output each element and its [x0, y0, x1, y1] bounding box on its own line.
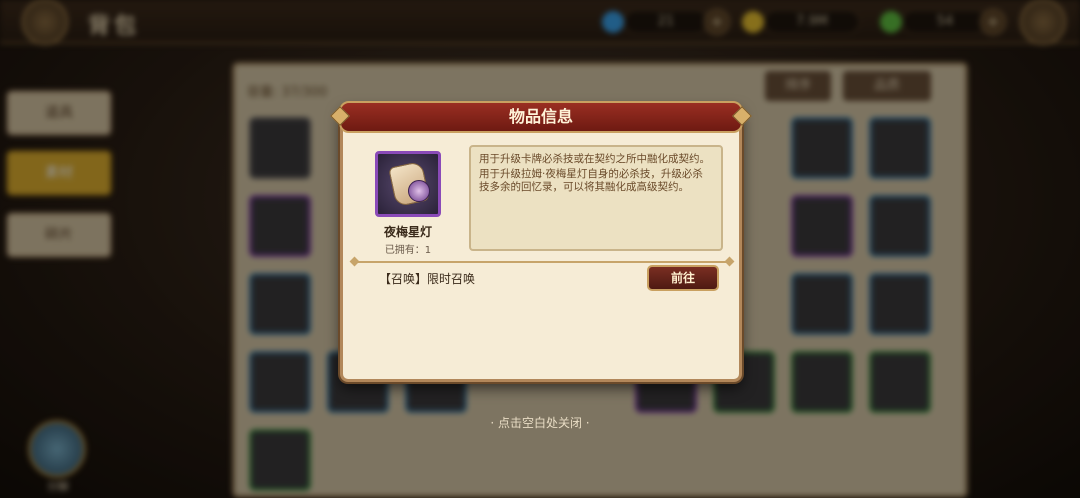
item-description: 用于升级卡牌必杀技或在契约之所中融化成契约。 用于升级拉姆·夜梅星灯自身的必杀技…: [469, 145, 723, 251]
description-line: 用于升级卡牌必杀技或在契约之所中融化成契约。: [479, 153, 710, 165]
divider: [355, 261, 729, 263]
item-info-dialog: 物品信息 夜梅星灯 已拥有：1 用于升级卡牌必杀技或在契约之所中融化成契约。 用…: [330, 101, 752, 382]
go-button[interactable]: 前往: [647, 265, 719, 291]
orb-icon: [408, 180, 430, 202]
item-owned-count: 已拥有：1: [384, 245, 432, 256]
item-name: 夜梅星灯: [383, 225, 432, 239]
close-hint: · 点击空白处关闭 ·: [490, 416, 590, 430]
item-icon-frame: [375, 151, 441, 217]
dialog-title: 物品信息: [339, 101, 743, 133]
item-source: 【召唤】限时召唤: [379, 272, 476, 286]
description-line: 用于升级拉姆·夜梅星灯自身的必杀技，升级必杀技多余的回忆录，可以将其融化成高级契…: [479, 168, 703, 193]
